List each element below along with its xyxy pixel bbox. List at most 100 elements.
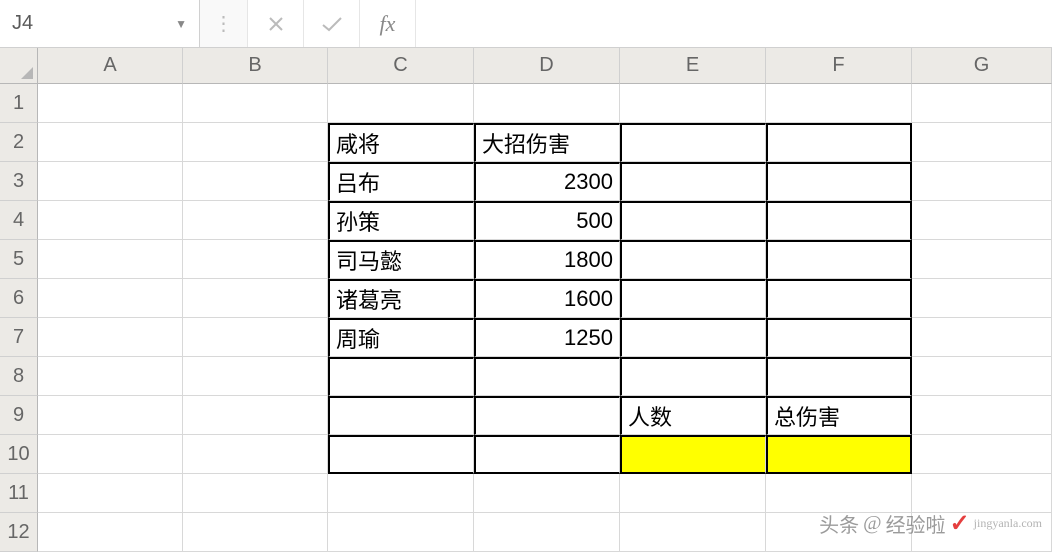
cell-D4[interactable]: 500 <box>474 201 620 240</box>
cell-F4[interactable] <box>766 201 912 240</box>
cell-A3[interactable] <box>38 162 183 201</box>
accept-button[interactable] <box>304 0 360 47</box>
cell-A6[interactable] <box>38 279 183 318</box>
cell-A10[interactable] <box>38 435 183 474</box>
cell-F7[interactable] <box>766 318 912 357</box>
column-header-F[interactable]: F <box>766 48 912 84</box>
row-header-7[interactable]: 7 <box>0 318 38 357</box>
cell-B9[interactable] <box>183 396 328 435</box>
name-box-input[interactable] <box>12 12 169 35</box>
cell-C8[interactable] <box>328 357 474 396</box>
cell-B11[interactable] <box>183 474 328 513</box>
cell-C9[interactable] <box>328 396 474 435</box>
row-header-10[interactable]: 10 <box>0 435 38 474</box>
cell-G1[interactable] <box>912 84 1052 123</box>
cell-C1[interactable] <box>328 84 474 123</box>
cell-D7[interactable]: 1250 <box>474 318 620 357</box>
cell-B6[interactable] <box>183 279 328 318</box>
cell-C10[interactable] <box>328 435 474 474</box>
cell-F2[interactable] <box>766 123 912 162</box>
cell-D9[interactable] <box>474 396 620 435</box>
cell-A2[interactable] <box>38 123 183 162</box>
cell-B12[interactable] <box>183 513 328 552</box>
cell-D8[interactable] <box>474 357 620 396</box>
cell-D1[interactable] <box>474 84 620 123</box>
fx-button[interactable]: fx <box>360 0 416 47</box>
cell-A5[interactable] <box>38 240 183 279</box>
cell-E9[interactable]: 人数 <box>620 396 766 435</box>
cell-E4[interactable] <box>620 201 766 240</box>
column-header-A[interactable]: A <box>38 48 183 84</box>
cell-G11[interactable] <box>912 474 1052 513</box>
row-header-11[interactable]: 11 <box>0 474 38 513</box>
cell-F5[interactable] <box>766 240 912 279</box>
row-header-12[interactable]: 12 <box>0 513 38 552</box>
cell-C6[interactable]: 诸葛亮 <box>328 279 474 318</box>
column-header-E[interactable]: E <box>620 48 766 84</box>
cell-G4[interactable] <box>912 201 1052 240</box>
cell-E3[interactable] <box>620 162 766 201</box>
cell-E7[interactable] <box>620 318 766 357</box>
cell-G10[interactable] <box>912 435 1052 474</box>
column-header-G[interactable]: G <box>912 48 1052 84</box>
cell-B5[interactable] <box>183 240 328 279</box>
column-header-D[interactable]: D <box>474 48 620 84</box>
cell-C3[interactable]: 吕布 <box>328 162 474 201</box>
cell-B10[interactable] <box>183 435 328 474</box>
cell-D3[interactable]: 2300 <box>474 162 620 201</box>
cell-F1[interactable] <box>766 84 912 123</box>
row-header-5[interactable]: 5 <box>0 240 38 279</box>
cell-G5[interactable] <box>912 240 1052 279</box>
cell-F6[interactable] <box>766 279 912 318</box>
cell-E10[interactable] <box>620 435 766 474</box>
cancel-button[interactable] <box>248 0 304 47</box>
cell-A9[interactable] <box>38 396 183 435</box>
cell-B8[interactable] <box>183 357 328 396</box>
cell-A11[interactable] <box>38 474 183 513</box>
cell-E11[interactable] <box>620 474 766 513</box>
name-box[interactable]: ▼ <box>0 0 200 47</box>
cell-B4[interactable] <box>183 201 328 240</box>
cell-D12[interactable] <box>474 513 620 552</box>
cell-E1[interactable] <box>620 84 766 123</box>
row-header-3[interactable]: 3 <box>0 162 38 201</box>
cell-B1[interactable] <box>183 84 328 123</box>
cell-C7[interactable]: 周瑜 <box>328 318 474 357</box>
column-header-C[interactable]: C <box>328 48 474 84</box>
cell-B2[interactable] <box>183 123 328 162</box>
cell-C12[interactable] <box>328 513 474 552</box>
cell-F3[interactable] <box>766 162 912 201</box>
cell-F11[interactable] <box>766 474 912 513</box>
cell-G6[interactable] <box>912 279 1052 318</box>
cell-D10[interactable] <box>474 435 620 474</box>
row-header-8[interactable]: 8 <box>0 357 38 396</box>
cell-D11[interactable] <box>474 474 620 513</box>
row-header-2[interactable]: 2 <box>0 123 38 162</box>
cell-C5[interactable]: 司马懿 <box>328 240 474 279</box>
cell-B3[interactable] <box>183 162 328 201</box>
cell-E5[interactable] <box>620 240 766 279</box>
cell-F10[interactable] <box>766 435 912 474</box>
select-all-corner[interactable] <box>0 48 38 84</box>
cell-E6[interactable] <box>620 279 766 318</box>
row-header-6[interactable]: 6 <box>0 279 38 318</box>
dropdown-icon[interactable]: ▼ <box>175 17 187 31</box>
cell-A4[interactable] <box>38 201 183 240</box>
cell-G7[interactable] <box>912 318 1052 357</box>
cell-F8[interactable] <box>766 357 912 396</box>
cell-C11[interactable] <box>328 474 474 513</box>
cell-F9[interactable]: 总伤害 <box>766 396 912 435</box>
cell-D2[interactable]: 大招伤害 <box>474 123 620 162</box>
cell-E8[interactable] <box>620 357 766 396</box>
cell-E2[interactable] <box>620 123 766 162</box>
cell-G2[interactable] <box>912 123 1052 162</box>
cell-D6[interactable]: 1600 <box>474 279 620 318</box>
cell-A7[interactable] <box>38 318 183 357</box>
cell-G8[interactable] <box>912 357 1052 396</box>
cell-B7[interactable] <box>183 318 328 357</box>
cell-D5[interactable]: 1800 <box>474 240 620 279</box>
cell-G3[interactable] <box>912 162 1052 201</box>
cell-G9[interactable] <box>912 396 1052 435</box>
cell-A8[interactable] <box>38 357 183 396</box>
cell-C2[interactable]: 咸将 <box>328 123 474 162</box>
